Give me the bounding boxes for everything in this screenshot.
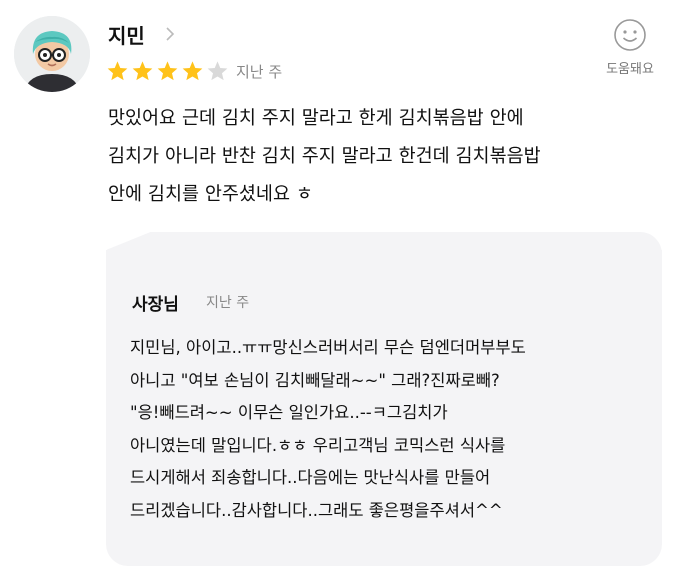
review-text-line: 맛있어요 근데 김치 주지 말라고 한게 김치볶음밥 안에 xyxy=(108,108,524,129)
owner-reply-line: 지민님, 아이고..ㅠㅠ망신스러버서리 무슨 덤엔더머부부도 xyxy=(130,338,526,357)
reviewer-name[interactable]: 지민 xyxy=(108,20,145,49)
star-filled-icon xyxy=(132,61,153,81)
owner-reply-line: 아니였는데 말입니다.ㅎㅎ 우리고객님 코믹스런 식사를 xyxy=(130,435,506,455)
chevron-right-icon[interactable] xyxy=(162,26,178,42)
star-filled-icon xyxy=(182,61,203,81)
helpful-button[interactable]: 도움돼요 xyxy=(598,18,662,77)
owner-reply-time: 지난 주 xyxy=(206,295,250,311)
review-time: 지난 주 xyxy=(236,63,283,81)
avatar[interactable] xyxy=(14,16,90,92)
owner-reply-line: "응!빼드려~~ 이무슨 일인가요..--ㅋ그김치가 xyxy=(130,403,448,422)
smile-icon xyxy=(614,19,646,51)
avatar-image xyxy=(14,16,90,92)
star-filled-icon xyxy=(157,61,178,81)
owner-reply-line: 드리겠습니다..감사합니다..그래도 좋은평을주셔서^^ xyxy=(130,500,503,520)
owner-reply: 사장님 지난 주 지민님, 아이고..ㅠㅠ망신스러버서리 무슨 덤엔더머부부도 … xyxy=(106,250,662,566)
review-text-line: 안에 김치를 안주셨네요 ㅎ xyxy=(108,184,313,205)
helpful-label: 도움돼요 xyxy=(606,62,654,77)
star-empty-icon xyxy=(207,61,228,81)
owner-reply-line: 드시게해서 죄송합니다..다음에는 맛난식사를 만들어 xyxy=(130,468,491,487)
owner-name: 사장님 xyxy=(132,295,179,315)
star-filled-icon xyxy=(107,61,128,81)
review-text: 맛있어요 근데 김치 주지 말라고 한게 김치볶음밥 안에 김치가 아니라 반찬… xyxy=(108,100,663,214)
owner-reply-text: 지민님, 아이고..ㅠㅠ망신스러버서리 무슨 덤엔더머부부도 아니고 "여보 손… xyxy=(130,332,650,527)
star-rating xyxy=(106,60,229,82)
review-text-line: 김치가 아니라 반찬 김치 주지 말라고 한건데 김치볶음밥 xyxy=(108,146,541,167)
owner-reply-line: 아니고 "여보 손님이 김치빼달래~~" 그래?진짜로빼? xyxy=(130,370,500,390)
